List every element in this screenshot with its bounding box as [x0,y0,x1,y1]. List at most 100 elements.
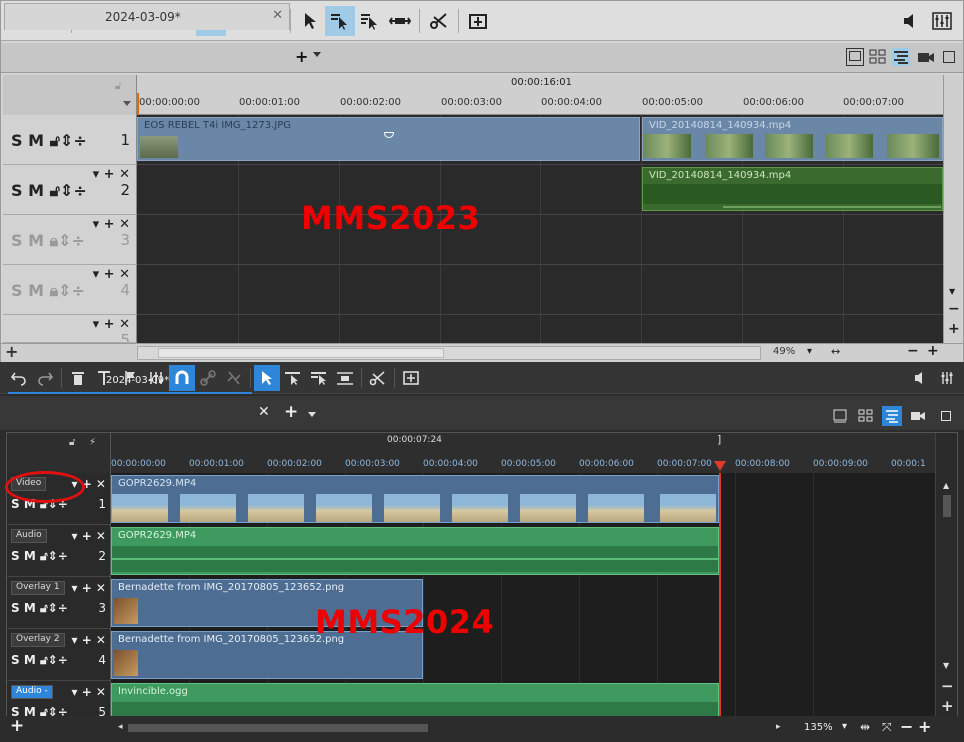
zoom-in-button[interactable]: + [927,343,939,359]
track-header-1: Video ▾ + ✕ S M 🔓︎⇕÷ 1 [5,471,111,525]
video-clip[interactable]: VID_20140814_140934.mp4 [642,117,943,161]
time-ruler[interactable]: 00:00:16:01 00:00:00:00 00:00:01:00 00:0… [137,75,943,115]
view-grid-icon[interactable] [856,406,876,426]
solo-mute-lock[interactable]: S M 🔓︎⇕÷ [11,181,87,201]
solo-mute-lock[interactable]: S M 🔒︎⇕÷ [11,231,85,251]
zoom-dropdown-icon[interactable]: ▾ [807,346,812,357]
lock-icon[interactable]: 🔓︎ [115,81,121,92]
speaker-icon [904,13,913,28]
maximize-icon[interactable] [936,406,956,426]
close-tab-icon[interactable]: ✕ [258,404,270,420]
audio-mixer-button[interactable] [927,6,957,36]
scrollbar-thumb[interactable] [158,348,444,358]
single-track-mode-button[interactable] [280,365,306,391]
view-camera-icon[interactable] [917,48,935,66]
volume-button[interactable] [908,365,934,391]
vertical-scrollbar[interactable]: ▼ − + [943,75,963,345]
insert-button[interactable] [398,365,424,391]
zoom-out-button[interactable]: − [907,343,919,359]
tab-project[interactable]: 2024-03-09* [8,366,252,394]
pointer-button[interactable] [295,6,325,36]
tab-menu-icon[interactable] [313,52,321,57]
solo-mute-lock[interactable]: S M 🔓︎⇕÷ [11,131,87,151]
insert-button[interactable] [463,6,493,36]
zoom-dropdown-icon[interactable]: ▾ [842,721,847,732]
cut-button[interactable] [365,365,391,391]
solo-mute-lock[interactable]: S M 🔒︎⇕÷ [11,281,85,301]
view-storyboard-icon[interactable] [846,48,864,66]
version-label: MMS2023 [301,199,481,237]
view-grid-icon[interactable] [869,48,887,66]
stretch-mode-button[interactable] [332,365,358,391]
ruler-tick: 00:00:01:00 [189,459,244,469]
single-track-mode-button[interactable] [325,5,355,36]
view-camera-icon[interactable] [908,406,928,426]
audio-clip[interactable]: GOPR2629.MP4 [111,527,719,575]
maximize-icon[interactable] [943,51,955,63]
all-tracks-mode-button[interactable] [306,365,332,391]
track-controls[interactable]: ▾ + ✕ [93,167,130,182]
tab-bar [0,396,964,430]
zoom-fit-icon[interactable]: ↔ [831,345,840,358]
new-tab-button[interactable]: + [295,47,308,66]
zoom-level[interactable]: 135% [804,722,833,733]
lock-icon[interactable]: 🔓︎ [69,437,75,448]
time-ruler[interactable]: 00:00:07:24 ] 00:00:00:00 00:00:01:00 00… [111,433,935,473]
volume-button[interactable] [897,6,927,36]
track-controls[interactable]: ▾ + ✕ [72,529,107,543]
stretch-mode-button[interactable] [385,6,415,36]
playhead[interactable] [719,473,721,723]
scrollbar-thumb[interactable] [943,495,951,517]
track-name[interactable]: Overlay 2 [11,633,65,647]
audio-clip[interactable]: VID_20140814_140934.mp4 [642,167,943,211]
clip-thumbnail [114,598,138,624]
track-name[interactable]: Audio - [11,685,53,699]
track-controls[interactable]: ▾ + ✕ [93,267,130,282]
zoom-all-icon[interactable]: ⤧ [882,720,892,735]
track-controls[interactable]: ▾ + ✕ [72,685,107,699]
out-point-marker[interactable]: ] [717,433,721,446]
track-controls[interactable]: ▾ + ✕ [72,581,107,595]
add-track-button[interactable]: + [10,716,24,736]
zoom-fit-icon[interactable]: ⇹ [860,720,870,734]
track-area[interactable]: GOPR2629.MP4 GOPR2629.MP4 Bernadette fro… [111,473,935,723]
track-name[interactable]: Audio [11,529,47,543]
transition-marker[interactable] [384,132,394,138]
header-menu-icon[interactable] [123,101,131,106]
pointer-button[interactable] [254,364,280,391]
solo-mute-lock[interactable]: S M 🔓︎⇕÷ [11,549,68,564]
playhead[interactable] [137,93,139,115]
clip-title: VID_20140814_140934.mp4 [649,120,792,131]
zoom-in-button[interactable]: + [918,717,931,736]
zoom-level[interactable]: 49% [773,346,795,357]
tab-menu-icon[interactable] [308,412,316,417]
track-controls[interactable]: ▾ + ✕ [93,217,130,232]
photo-clip[interactable]: EOS REBEL T4i IMG_1273.JPG [137,117,640,161]
vertical-scrollbar[interactable]: ▲ ▼ − + [935,433,957,723]
track-controls[interactable]: ▾ + ✕ [93,317,130,332]
cut-button[interactable] [424,6,454,36]
tab-project[interactable]: 2024-03-09* ✕ [4,3,290,30]
horizontal-scrollbar[interactable] [128,724,428,732]
close-tab-icon[interactable]: ✕ [272,8,283,23]
clip-thumbnail [140,136,178,158]
track-area[interactable]: EOS REBEL T4i IMG_1273.JPG VID_20140814_… [137,115,943,343]
view-timeline-icon[interactable] [892,48,910,66]
solo-mute-lock[interactable]: S M 🔓︎⇕÷ [11,601,68,616]
view-storyboard-icon[interactable] [830,406,850,426]
all-tracks-mode-button[interactable] [355,6,385,36]
solo-mute-lock[interactable]: S M 🔓︎⇕÷ [11,653,68,668]
track-controls[interactable]: ▾ + ✕ [72,633,107,647]
new-tab-button[interactable]: + [284,402,298,422]
clip-title: VID_20140814_140934.mp4 [649,170,792,181]
audio-mixer-button[interactable] [934,365,960,391]
track-name[interactable]: Overlay 1 [11,581,65,595]
view-timeline-icon[interactable] [882,406,902,426]
add-track-button[interactable]: + [5,342,18,361]
lightning-icon[interactable]: ⚡︎ [89,437,96,448]
zoom-out-button[interactable]: − [900,717,913,736]
playhead-marker-icon[interactable] [714,461,726,473]
ruler-tick: 00:00:00:00 [139,97,201,108]
horizontal-scrollbar[interactable] [137,346,761,360]
video-clip[interactable]: GOPR2629.MP4 [111,475,719,523]
